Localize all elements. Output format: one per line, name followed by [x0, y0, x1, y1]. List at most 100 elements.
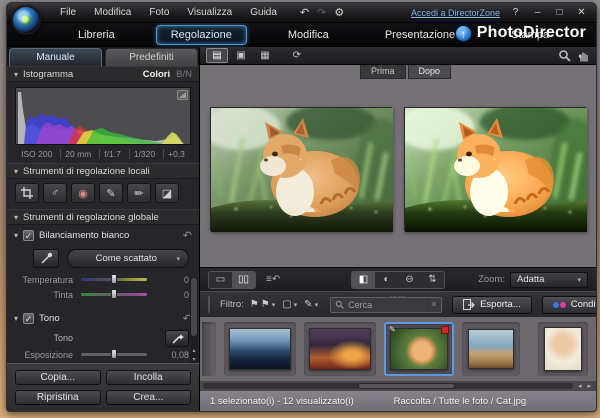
split-view-icon: ◧ [359, 274, 368, 285]
zoom-dropdown[interactable]: Adatta ▾ [510, 272, 588, 288]
auto-tone-button[interactable] [165, 330, 189, 347]
tone-header[interactable]: ▾ ✓ Tono ↶ [7, 308, 199, 327]
scroll-left-icon[interactable]: ◂ [578, 383, 584, 390]
slider-thumb[interactable] [111, 349, 117, 359]
global-tools-header[interactable]: ▾ Strumenti di regolazione globale [7, 209, 199, 225]
rotate-button[interactable]: ⟳ [286, 48, 308, 63]
paste-button[interactable]: Incolla [106, 370, 192, 385]
temperatura-slider[interactable] [81, 278, 147, 281]
esposizione-value: 0,08 [165, 350, 189, 360]
view-side-by-side-button[interactable]: ▯▯ [232, 272, 255, 288]
gradient-mask-button[interactable]: ◪ [155, 183, 179, 203]
flag-filter-button[interactable]: ⚑⚑ ▾ [250, 299, 275, 310]
histogram-header[interactable]: ▾ Istogramma Colori B/N [7, 66, 199, 82]
scrollbar-track[interactable] [203, 383, 573, 389]
red-eye-button[interactable]: ◉ [71, 183, 95, 203]
menu-modifica[interactable]: Modifica [85, 7, 140, 18]
scroll-right-icon[interactable]: ▸ [587, 383, 593, 390]
show-original-button[interactable]: ≡↶ [266, 274, 280, 285]
view-filmstrip-button[interactable]: ▤ [206, 48, 228, 63]
tab-predefiniti[interactable]: Predefiniti [105, 48, 198, 66]
maximize-button[interactable]: □ [553, 7, 566, 18]
thumbnail-cat[interactable]: ✎ [384, 322, 454, 376]
thumbnail-sunset-clouds[interactable] [304, 322, 376, 376]
minimize-button[interactable]: – [531, 7, 544, 18]
panel-scrollbar[interactable]: ▴ ▾ [190, 276, 198, 363]
thumbnail-portrait[interactable] [538, 322, 588, 376]
mode-colori[interactable]: Colori [143, 69, 170, 80]
rating-filter-button[interactable]: ✎ ▾ [304, 299, 318, 310]
tone-checkbox[interactable]: ✓ [23, 313, 34, 324]
esposizione-slider[interactable] [81, 353, 147, 356]
tinta-slider-row: Tinta 0 [7, 287, 199, 302]
thumbnail-beach[interactable] [462, 322, 520, 376]
white-balance-checkbox[interactable]: ✓ [23, 230, 34, 241]
drag-handle[interactable]: ⋯⋯ [390, 293, 406, 301]
pan-hand-icon[interactable] [577, 49, 590, 62]
scrollbar-thumb[interactable] [191, 278, 197, 336]
menu-guida[interactable]: Guida [241, 7, 286, 18]
clear-search-icon[interactable]: ✕ [430, 300, 437, 309]
top-bottom-split-button[interactable]: ⊖ [398, 272, 421, 288]
selection-brush-button[interactable]: ✏ [127, 183, 151, 203]
view-single-button[interactable]: ▣ [230, 48, 252, 63]
photo-after[interactable] [404, 107, 586, 231]
half-view-button[interactable]: ◐ [375, 272, 398, 288]
scroll-up-icon[interactable]: ▴ [190, 347, 198, 354]
search-input[interactable] [348, 300, 426, 310]
crop-tool-button[interactable] [15, 183, 39, 203]
slider-thumb[interactable] [111, 289, 117, 299]
help-button[interactable]: ? [509, 7, 522, 18]
create-button[interactable]: Crea... [106, 390, 192, 405]
menu-file[interactable]: File [51, 7, 85, 18]
clipping-warning-icon[interactable] [177, 90, 188, 100]
tab-libreria[interactable]: Libreria [63, 25, 130, 45]
mode-bn[interactable]: B/N [176, 69, 192, 80]
tab-regolazione[interactable]: Regolazione [156, 25, 247, 45]
reset-icon[interactable]: ↶ [183, 229, 192, 242]
split-view-button[interactable]: ◧ [352, 272, 375, 288]
white-balance-header[interactable]: ▾ ✓ Bilanciamento bianco ↶ [7, 225, 199, 244]
adjustment-brush-button[interactable]: ✎ [99, 183, 123, 203]
export-button[interactable]: Esporta... [452, 296, 532, 314]
copy-button[interactable]: Copia... [15, 370, 101, 385]
gear-icon[interactable]: ⚙ [334, 6, 344, 19]
tab-modifica[interactable]: Modifica [273, 25, 344, 45]
tab-prima[interactable]: Prima [360, 65, 406, 79]
histogram[interactable] [15, 87, 191, 145]
slider-thumb[interactable] [111, 274, 117, 284]
view-one-photo-button[interactable]: ▭ [209, 272, 232, 288]
scrollbar-thumb[interactable] [358, 383, 454, 389]
tab-dopo[interactable]: Dopo [408, 65, 452, 79]
tab-manuale[interactable]: Manuale [9, 48, 102, 66]
filmstrip-scrollbar[interactable]: ◂ ▸ [200, 381, 596, 391]
undo-icon[interactable]: ↶ [300, 6, 309, 19]
browser-thumbnails-button[interactable]: ••• [209, 297, 210, 312]
menu-visualizza[interactable]: Visualizza [178, 7, 241, 18]
white-balance-preset-dropdown[interactable]: Come scattato ▾ [67, 249, 189, 268]
scroll-down-icon[interactable]: ▾ [190, 356, 198, 363]
collapse-icon[interactable]: ▾ [14, 167, 18, 176]
white-balance-dropper-button[interactable] [33, 249, 59, 268]
label-filter-button[interactable]: ▢ ▾ [282, 299, 297, 310]
collapse-icon[interactable]: ▾ [14, 314, 18, 323]
reset-button[interactable]: Ripristina [15, 390, 101, 405]
zoom-magnifier-icon[interactable] [558, 49, 571, 62]
collapse-icon[interactable]: ▾ [14, 213, 18, 222]
menu-foto[interactable]: Foto [140, 7, 178, 18]
spot-removal-button[interactable]: ♂ [43, 183, 67, 203]
local-tools-header[interactable]: ▾ Strumenti di regolazione locali [7, 163, 199, 179]
collapse-icon[interactable]: ▾ [14, 231, 18, 240]
thumbnail-partial[interactable] [202, 322, 216, 376]
esposizione-slider-row: Esposizione 0,08 [7, 347, 199, 362]
tinta-slider[interactable] [81, 293, 147, 296]
close-button[interactable]: ✕ [575, 7, 588, 18]
share-button[interactable]: Condividi... ▾ [542, 296, 597, 314]
swap-views-button[interactable]: ⇅ [421, 272, 444, 288]
photo-before[interactable] [210, 107, 392, 231]
redo-icon[interactable]: ↷ [317, 6, 326, 19]
thumbnail-mountain-lake[interactable] [224, 322, 296, 376]
collapse-icon[interactable]: ▾ [14, 70, 18, 79]
directorzone-link[interactable]: Accedi a DirectorZone [411, 8, 500, 18]
view-grid-button[interactable]: ▦ [254, 48, 276, 63]
